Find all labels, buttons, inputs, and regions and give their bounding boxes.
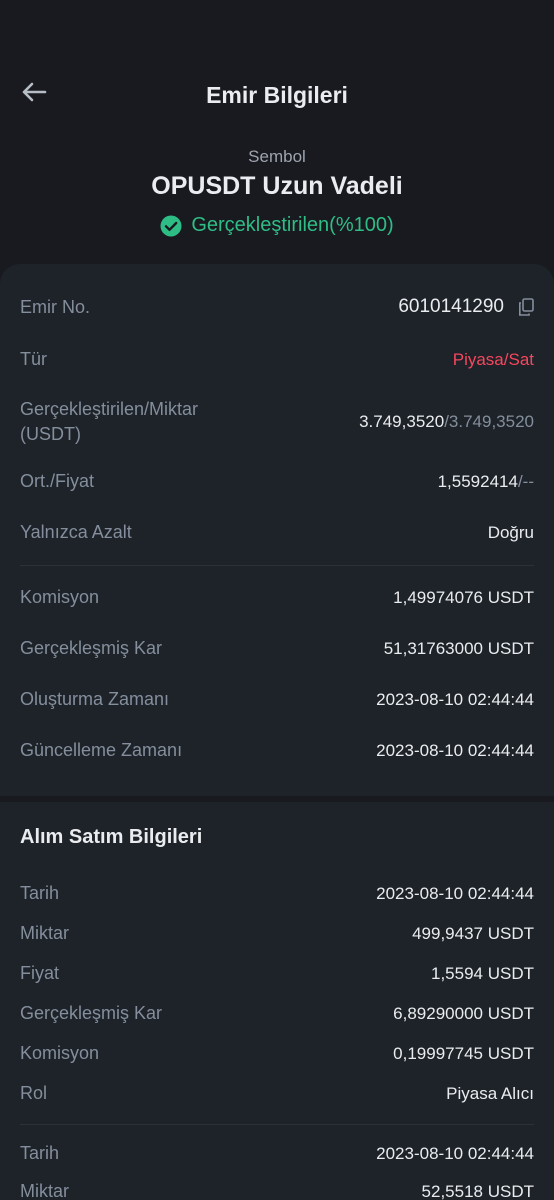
trade-qty-label: Miktar <box>20 1181 69 1200</box>
copy-icon[interactable] <box>518 298 534 316</box>
trade-role-value: Piyasa Alıcı <box>446 1083 534 1103</box>
fee-row: Komisyon 1,49974076 USDT <box>20 587 534 608</box>
trade2-qty-row: Miktar 52,5518 USDT <box>20 1181 534 1200</box>
filled-row: Gerçekleştirilen/Miktar (USDT) 3.749,352… <box>20 397 534 447</box>
filled-value: 3.749,3520 <box>359 412 445 431</box>
order-no-row: Emir No. 6010141290 <box>20 296 534 318</box>
realized-pnl-row: Gerçekleşmiş Kar 51,31763000 USDT <box>20 638 534 659</box>
trade-qty-value: 499,9437 USDT <box>412 923 534 943</box>
order-no-value: 6010141290 <box>398 296 504 317</box>
order-no-label: Emir No. <box>20 296 91 317</box>
trade2-date-row: Tarih 2023-08-10 02:44:44 <box>20 1143 534 1164</box>
realized-pnl-value: 51,31763000 USDT <box>383 638 534 658</box>
updated-value: 2023-08-10 02:44:44 <box>376 740 534 760</box>
trade-divider <box>20 1124 534 1125</box>
updated-row: Güncelleme Zamanı 2023-08-10 02:44:44 <box>20 740 534 761</box>
filled-label-line2: (USDT) <box>20 424 81 444</box>
trades-section-title: Alım Satım Bilgileri <box>20 826 203 848</box>
trade-fee-value: 0,19997745 USDT <box>393 1043 534 1063</box>
page-title: Emir Bilgileri <box>206 82 348 108</box>
filled-label: Gerçekleştirilen/Miktar (USDT) <box>20 397 198 447</box>
trade-date-label: Tarih <box>20 883 60 903</box>
created-label: Oluşturma Zamanı <box>20 689 170 709</box>
fee-label: Komisyon <box>20 587 100 607</box>
avg-price-label: Ort./Fiyat <box>20 471 95 491</box>
status-text: Gerçekleştirilen(%100) <box>191 214 394 236</box>
trade-pnl-label: Gerçekleşmiş Kar <box>20 1003 163 1023</box>
trade-date-label: Tarih <box>20 1143 60 1163</box>
check-circle-icon <box>160 215 182 237</box>
trade-price-label: Fiyat <box>20 963 60 983</box>
filled-label-line1: Gerçekleştirilen/Miktar <box>20 399 199 419</box>
fee-value: 1,49974076 USDT <box>393 587 534 607</box>
filled-value-group: 3.749,3520/3.749,3520 <box>359 412 534 432</box>
trade1-date-row: Tarih 2023-08-10 02:44:44 <box>20 883 534 904</box>
reduce-only-value: Doğru <box>487 522 534 542</box>
trade-pnl-value: 6,89290000 USDT <box>393 1003 534 1023</box>
trade1-pnl-row: Gerçekleşmiş Kar 6,89290000 USDT <box>20 1003 534 1024</box>
updated-label: Güncelleme Zamanı <box>20 740 183 760</box>
reduce-only-label: Yalnızca Azalt <box>20 522 132 542</box>
amount-value: /3.749,3520 <box>444 412 534 431</box>
trade-price-value: 1,5594 USDT <box>431 963 534 983</box>
symbol-label: Sembol <box>248 147 306 166</box>
trade1-qty-row: Miktar 499,9437 USDT <box>20 923 534 944</box>
trade1-role-row: Rol Piyasa Alıcı <box>20 1083 534 1104</box>
avg-price-value-group: 1,5592414/-- <box>438 472 534 492</box>
type-row: Tür Piyasa/Sat <box>20 349 534 370</box>
symbol-name: OPUSDT Uzun Vadeli <box>151 172 403 200</box>
trade1-price-row: Fiyat 1,5594 USDT <box>20 963 534 984</box>
trade-fee-label: Komisyon <box>20 1043 100 1063</box>
trade-date-value: 2023-08-10 02:44:44 <box>376 1143 534 1163</box>
order-status: Gerçekleştirilen(%100) <box>0 214 554 237</box>
trade-date-value: 2023-08-10 02:44:44 <box>376 883 534 903</box>
created-row: Oluşturma Zamanı 2023-08-10 02:44:44 <box>20 689 534 710</box>
reduce-only-row: Yalnızca Azalt Doğru <box>20 522 534 543</box>
avg-value: 1,5592414 <box>437 471 518 491</box>
trade1-fee-row: Komisyon 0,19997745 USDT <box>20 1043 534 1064</box>
created-value: 2023-08-10 02:44:44 <box>376 689 534 709</box>
trade-qty-label: Miktar <box>20 923 69 943</box>
trade-qty-value: 52,5518 USDT <box>421 1181 534 1200</box>
avg-price-row: Ort./Fiyat 1,5592414/-- <box>20 471 534 492</box>
header: Emir Bilgileri Sembol OPUSDT Uzun Vadeli… <box>0 0 554 262</box>
divider <box>20 565 534 566</box>
type-label: Tür <box>20 349 47 369</box>
type-value: Piyasa/Sat <box>452 349 534 369</box>
trades-card <box>0 802 554 1200</box>
price-value: /-- <box>517 471 534 491</box>
trade-role-label: Rol <box>20 1083 48 1103</box>
realized-pnl-label: Gerçekleşmiş Kar <box>20 638 163 658</box>
